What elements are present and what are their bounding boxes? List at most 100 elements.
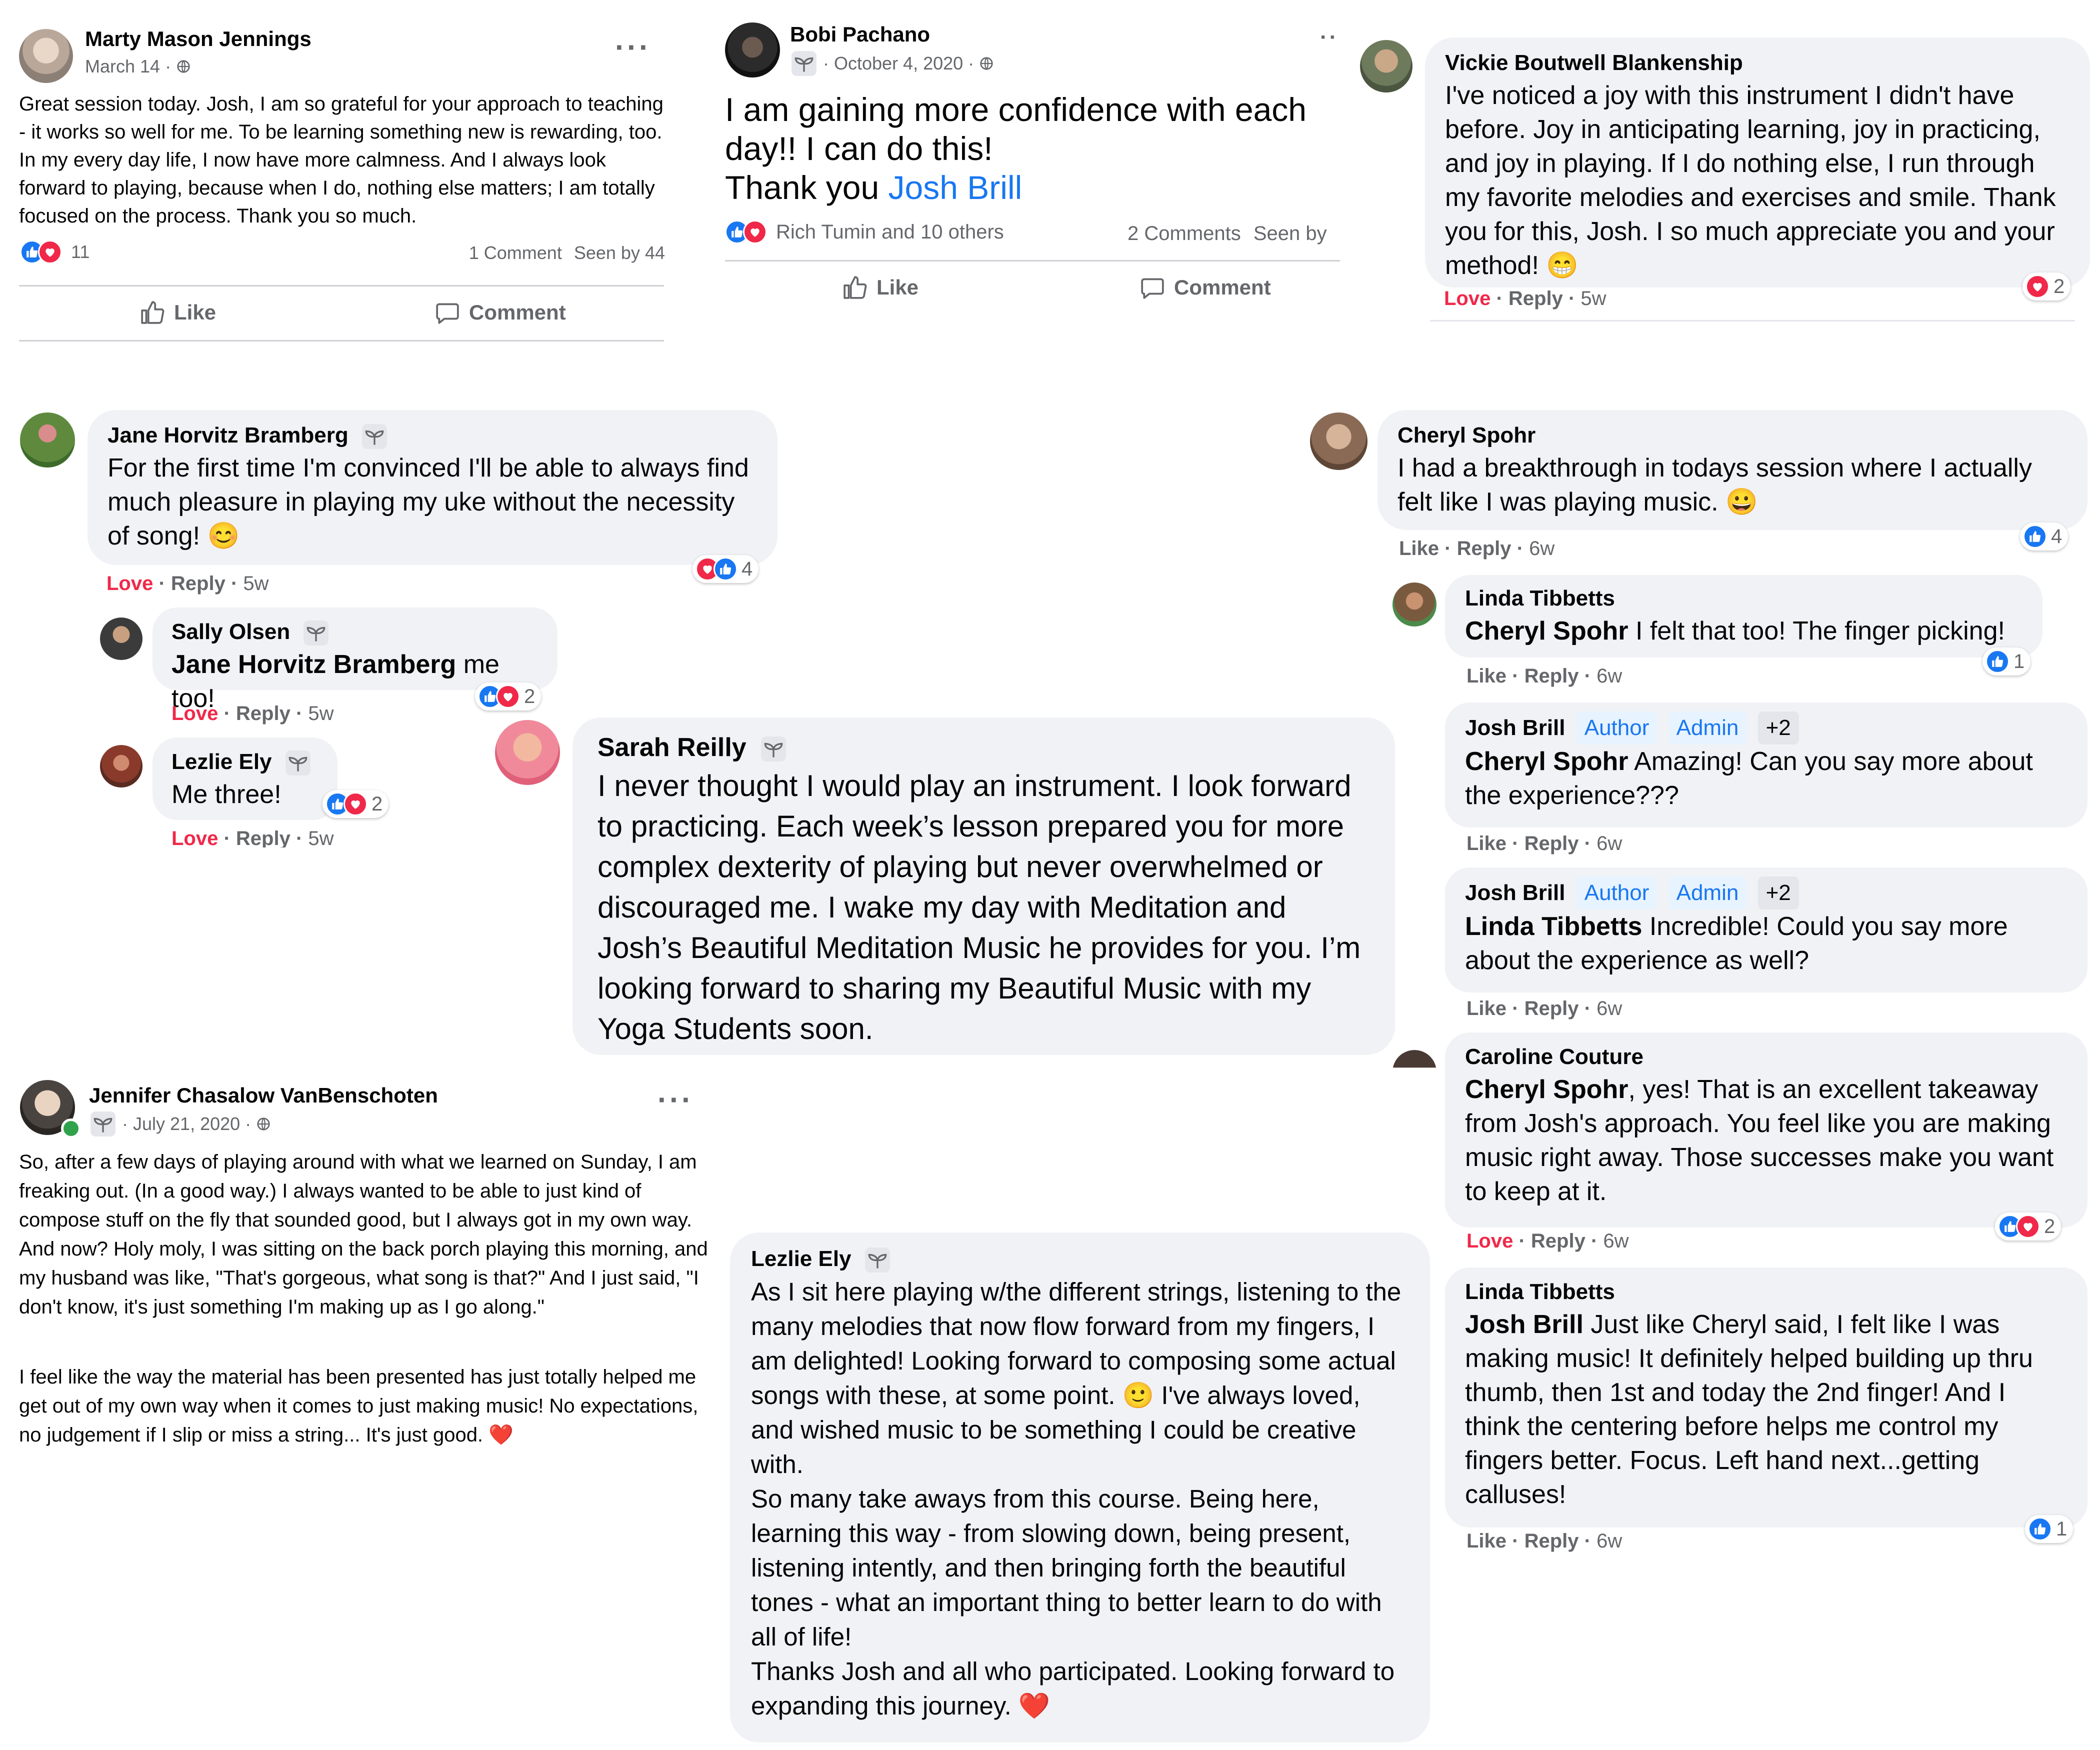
love-action[interactable]: Love [106, 572, 153, 594]
comment-time[interactable]: 6w [1596, 832, 1622, 854]
love-action[interactable]: Love [172, 828, 218, 848]
comment-author[interactable]: Cheryl Spohr [1398, 420, 2068, 451]
sprout-icon [89, 1112, 117, 1136]
comment-author[interactable]: Lezlie Ely [751, 1246, 852, 1271]
post-author[interactable]: Bobi Pachano [790, 22, 930, 46]
avatar[interactable] [495, 720, 560, 785]
comment-time[interactable]: 5w [308, 828, 334, 848]
avatar[interactable] [20, 412, 75, 468]
reply-action[interactable]: Reply [1508, 288, 1563, 310]
comment-actions: Love · Reply · 5w [1444, 288, 1606, 310]
reaction-summary[interactable]: 11 [20, 240, 90, 264]
mention[interactable]: Cheryl Spohr [1465, 747, 1628, 776]
comment-text: I never thought I would play an instrume… [598, 769, 1361, 1046]
love-reaction-icon [496, 684, 520, 708]
like-action[interactable]: Like [1466, 998, 1506, 1020]
reaction-summary[interactable]: Rich Tumin and 10 others [725, 220, 1004, 244]
reply-action[interactable]: Reply [171, 572, 226, 594]
author-badge[interactable]: Author [1576, 712, 1658, 744]
more-badges[interactable]: +2 [1758, 876, 1799, 910]
avatar[interactable] [1360, 40, 1412, 92]
comment-author[interactable]: Sally Olsen [172, 620, 290, 644]
love-action[interactable]: Love [172, 702, 218, 724]
reply-action[interactable]: Reply [1531, 1230, 1586, 1252]
reply-action[interactable]: Reply [1524, 832, 1579, 854]
reaction-badge[interactable]: 2 [1995, 1212, 2062, 1240]
reply-action[interactable]: Reply [1524, 665, 1579, 687]
post-date[interactable]: March 14 [85, 56, 160, 77]
mention[interactable]: Linda Tibbetts [1465, 912, 1642, 941]
comment-author[interactable]: Caroline Couture [1465, 1042, 2068, 1072]
like-action[interactable]: Like [1466, 1530, 1506, 1552]
avatar[interactable] [1392, 1050, 1436, 1068]
reply-action[interactable]: Reply [1524, 998, 1579, 1020]
comment-count[interactable]: 1 Comment [469, 242, 562, 263]
comment-time[interactable]: 5w [1580, 288, 1606, 310]
comment-time[interactable]: 6w [1529, 538, 1554, 560]
comment-time[interactable]: 6w [1596, 1530, 1622, 1552]
reaction-badge[interactable]: 2 [322, 790, 389, 818]
love-action[interactable]: Love [1444, 288, 1490, 310]
mention[interactable]: Jane Horvitz Bramberg [172, 650, 456, 679]
comment-author-row: Josh Brill Author Admin +2 [1465, 712, 2068, 744]
comment-count[interactable]: 2 Comments [1128, 222, 1241, 244]
avatar[interactable] [100, 618, 142, 660]
comment-author[interactable]: Sarah Reilly [598, 733, 746, 762]
avatar[interactable] [1310, 412, 1368, 470]
post-author[interactable]: Jennifer Chasalow VanBenschoten [89, 1084, 438, 1108]
mention-link[interactable]: Josh Brill [888, 169, 1022, 206]
post-author[interactable]: Marty Mason Jennings [85, 27, 312, 51]
like-button[interactable]: Like [842, 275, 918, 300]
reaction-badge[interactable]: 2 [475, 682, 542, 710]
comment-time[interactable]: 5w [308, 702, 334, 724]
mention[interactable]: Josh Brill [1465, 1310, 1584, 1339]
comment-button[interactable]: Comment [435, 300, 566, 325]
reaction-badge[interactable]: 1 [1982, 648, 2031, 676]
more-options-icon[interactable]: ··· [658, 1082, 694, 1117]
reply-action[interactable]: Reply [1457, 538, 1512, 560]
comment-time[interactable]: 5w [243, 572, 268, 594]
avatar[interactable] [1392, 582, 1436, 626]
comment-time[interactable]: 6w [1603, 1230, 1628, 1252]
avatar[interactable] [100, 745, 142, 788]
like-button[interactable]: Like [140, 300, 216, 325]
reaction-badge[interactable]: 4 [692, 555, 759, 583]
reply-action[interactable]: Reply [236, 828, 290, 848]
more-options-icon[interactable]: ·· [1320, 25, 1338, 50]
comment-author[interactable]: Jane Horvitz Bramberg [108, 423, 348, 448]
avatar[interactable] [725, 22, 780, 78]
mention[interactable]: Cheryl Spohr [1465, 1075, 1628, 1104]
comment-button[interactable]: Comment [1140, 275, 1271, 300]
reaction-badge[interactable]: 4 [2020, 522, 2068, 550]
admin-badge[interactable]: Admin [1668, 712, 1747, 744]
more-options-icon[interactable]: ··· [615, 30, 651, 64]
comment-author[interactable]: Josh Brill [1465, 880, 1566, 905]
comment-time[interactable]: 6w [1596, 665, 1622, 687]
post-date[interactable]: October 4, 2020 [834, 53, 963, 74]
comment-text: I had a breakthrough in todays session w… [1398, 454, 2032, 516]
comment-author[interactable]: Linda Tibbetts [1465, 1276, 2068, 1308]
comment-author[interactable]: Vickie Boutwell Blankenship [1445, 48, 2070, 78]
comment-author[interactable]: Lezlie Ely [172, 750, 272, 774]
like-action[interactable]: Like [1466, 832, 1506, 854]
avatar[interactable] [19, 29, 73, 83]
reply-action[interactable]: Reply [1524, 1530, 1579, 1552]
comment-author[interactable]: Linda Tibbetts [1465, 583, 2022, 614]
comment-time[interactable]: 6w [1596, 998, 1622, 1020]
post-date[interactable]: July 21, 2020 [133, 1114, 240, 1134]
comment-author[interactable]: Josh Brill [1465, 716, 1566, 740]
mention[interactable]: Cheryl Spohr [1465, 616, 1628, 646]
sprout-icon [284, 750, 312, 776]
comment-author-row: Sally Olsen [172, 616, 538, 648]
more-badges[interactable]: +2 [1758, 712, 1799, 744]
love-action[interactable]: Love [1466, 1230, 1513, 1252]
like-action[interactable]: Like [1466, 665, 1506, 687]
like-action[interactable]: Like [1399, 538, 1439, 560]
admin-badge[interactable]: Admin [1668, 876, 1747, 910]
seen-by[interactable]: Seen by [1254, 222, 1327, 244]
author-badge[interactable]: Author [1576, 876, 1658, 910]
reaction-badge[interactable]: 1 [2025, 1515, 2074, 1543]
seen-by[interactable]: Seen by 44 [574, 242, 665, 263]
reply-action[interactable]: Reply [236, 702, 290, 724]
reaction-badge[interactable]: 2 [2022, 272, 2071, 300]
